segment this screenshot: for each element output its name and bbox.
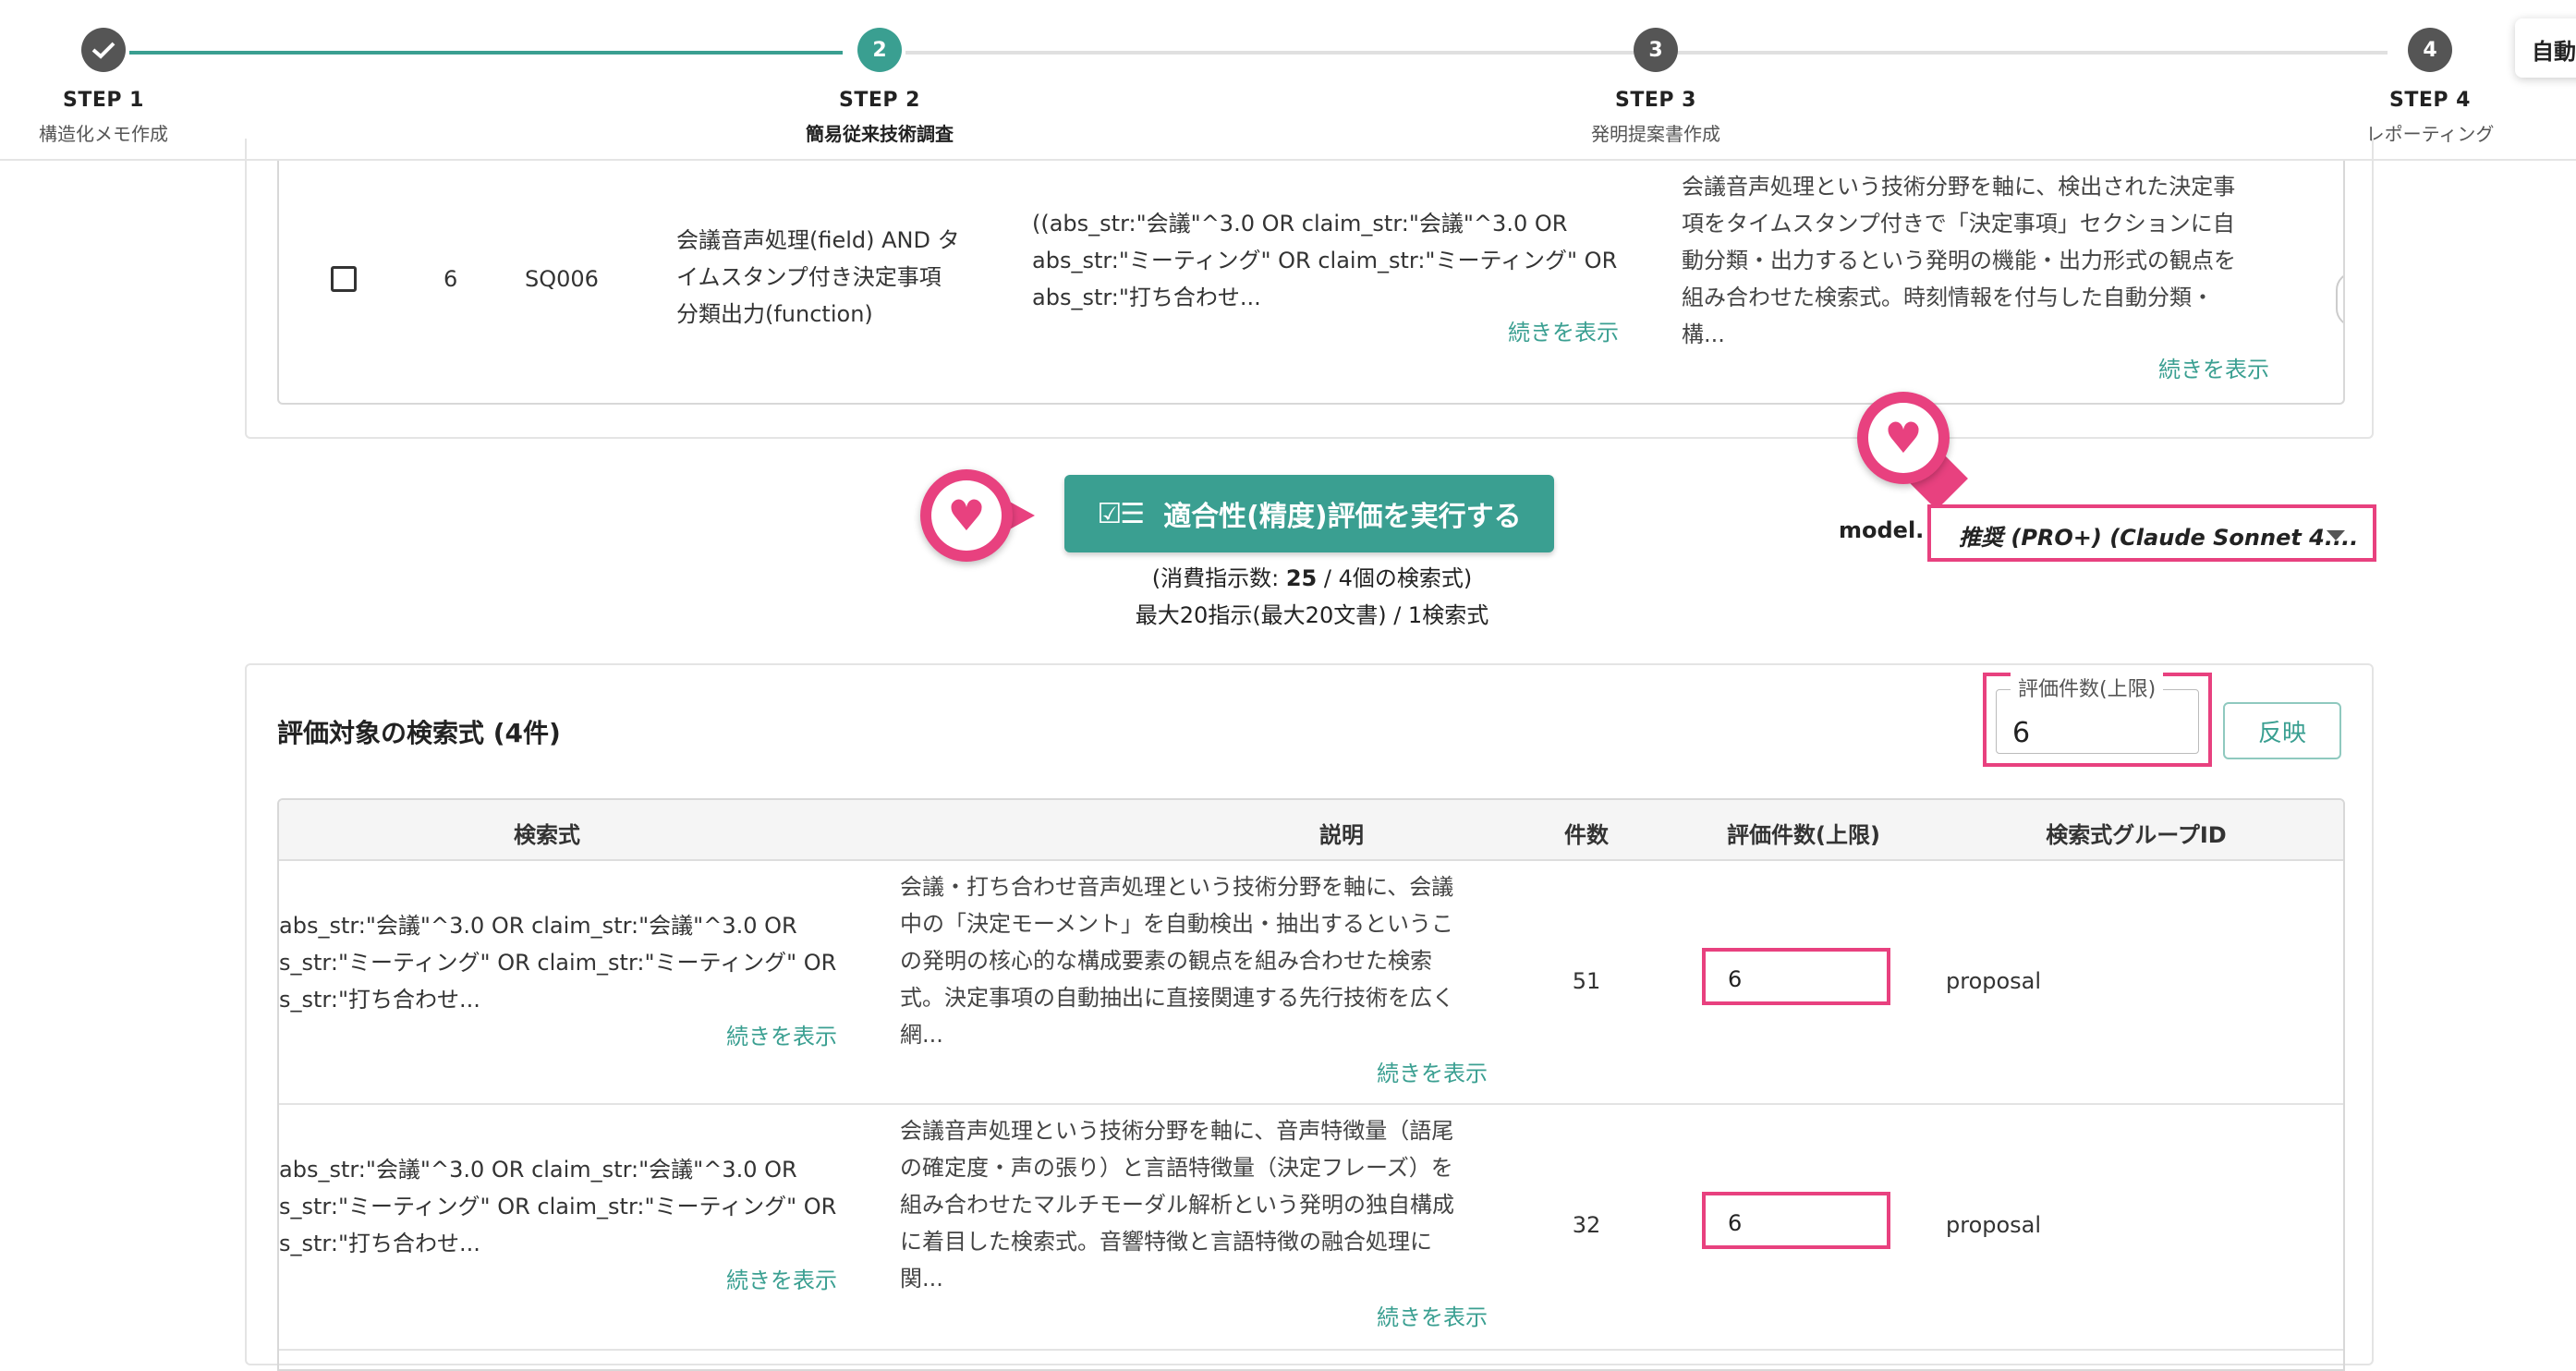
row-query-line: abs_str:"打ち合わせ... [1032,285,1261,310]
row-name-line: 会議音声処理(field) AND タ [676,227,960,253]
column-header: 件数 [1564,822,1609,848]
desc-line: に着目した検索式。音響特徴と言語特徴の融合処理に [900,1229,1432,1255]
consumption-line: (消費指示数: 25 / 4個の検索式) [998,560,1626,597]
consume-prefix: (消費指示数: [1151,565,1286,591]
column-header: 検索式 [514,822,580,848]
row-number: 6 [444,266,458,292]
run-evaluation-button[interactable]: ☑☰ 適合性(精度)評価を実行する [1064,475,1554,552]
row-name-line: イムスタンプ付き決定事項 [676,264,942,290]
group-id-cell: proposal [1946,1212,2042,1238]
row-name: 会議音声処理(field) AND タ イムスタンプ付き決定事項 分類出力(fu… [676,222,960,333]
desc-line: の発明の核心的な構成要素の観点を組み合わせた検索 [900,948,1432,974]
desc-line: 会議・打ち合わせ音声処理という技術分野を軸に、会議 [900,874,1454,900]
step-2-number: 2 [857,28,902,72]
consume-suffix: / 4個の検索式) [1317,565,1473,591]
query-line: abs_str:"会議"^3.0 OR claim_str:"会議"^3.0 O… [279,913,797,939]
query-line: s_str:"ミーティング" OR claim_str:"ミーティング" OR [279,1194,837,1219]
table-row: abs_str:"会議"^3.0 OR claim_str:"会議"^3.0 O… [279,1107,2343,1351]
row-name-line: 分類出力(function) [676,301,873,327]
model-select[interactable]: 推奨 (PRO+) (Claude Sonnet 4.... [1927,504,2376,562]
row-limit-input[interactable]: 6 [1702,1192,1890,1249]
heart-icon: ♥ [931,480,1002,551]
auto-button[interactable]: 自動 [2515,18,2576,78]
max-note: 最大20指示(最大20文書) / 1検索式 [1135,602,1489,628]
evaluation-title: 評価対象の検索式 (4件) [277,718,561,748]
show-more-link[interactable]: 続きを表示 [1377,1055,1488,1087]
count-cell: 51 [1572,968,1601,994]
step-4-number: 4 [2408,28,2452,72]
check-icon [81,28,126,72]
row-description: 会議音声処理という技術分野を軸に、検出された決定事 項をタイムスタンプ付きで「決… [1682,168,2236,353]
heart-marker: ♥ [920,469,1035,562]
eval-limit-value: 6 [2012,717,2031,749]
step-1[interactable]: STEP 1 構造化メモ作成 [0,28,251,146]
query-line: s_str:"打ち合わせ... [279,1231,480,1256]
stepper: STEP 1 構造化メモ作成 2 STEP 2 簡易従来技術調査 3 STEP … [0,0,2576,161]
show-more-link[interactable]: 続きを表示 [726,1262,837,1294]
desc-line: 会議音声処理という技術分野を軸に、音声特徴量（語尾 [900,1118,1454,1144]
count-cell: 32 [1572,1212,1601,1238]
step-4-name: STEP 4 [2389,89,2471,112]
table-header: 検索式 説明 件数 評価件数(上限) 検索式グループID [279,800,2343,861]
scroll-handle[interactable] [2336,272,2343,327]
row-desc-line: 会議音声処理という技術分野を軸に、検出された決定事 [1682,174,2236,200]
show-more-link[interactable]: 続きを表示 [1377,1299,1488,1331]
consumption-info: (消費指示数: 25 / 4個の検索式) 最大20指示(最大20文書) / 1検… [998,560,1626,634]
heart-icon: ♥ [1868,403,1938,473]
row-id: SQ006 [525,266,599,292]
query-list-table: 6 SQ006 会議音声処理(field) AND タ イムスタンプ付き決定事項… [277,161,2345,405]
row-checkbox[interactable] [331,266,357,292]
description-cell: 会議・打ち合わせ音声処理という技術分野を軸に、会議 中の「決定モーメント」を自動… [900,868,1473,1053]
desc-line: 式。決定事項の自動抽出に直接関連する先行技術を広く [900,985,1454,1011]
show-more-link[interactable]: 続きを表示 [1508,314,1619,351]
model-value: 推奨 (PRO+) (Claude Sonnet 4.... [1959,525,2359,551]
desc-line: 網... [900,1022,943,1048]
desc-line: 組み合わせたマルチモーダル解析という発明の独自構成 [900,1192,1454,1218]
show-more-link[interactable]: 続きを表示 [2158,351,2269,388]
eval-limit-legend: 評価件数(上限) [2011,673,2164,702]
step-3[interactable]: 3 STEP 3 発明提案書作成 [1508,28,1804,146]
heart-marker: ♥ [1857,392,1968,510]
row-desc-line: 組み合わせた検索式。時刻情報を付与した自動分類・ [1682,285,2214,310]
evaluation-table: 検索式 説明 件数 評価件数(上限) 検索式グループID abs_str:"会議… [277,798,2345,1371]
query-line: s_str:"打ち合わせ... [279,987,480,1013]
checklist-icon: ☑☰ [1097,497,1145,530]
step-2[interactable]: 2 STEP 2 簡易従来技術調査 [732,28,1027,146]
description-cell: 会議音声処理という技術分野を軸に、音声特徴量（語尾 の確定度・声の張り）と言語特… [900,1112,1473,1297]
table-row: 6 SQ006 会議音声処理(field) AND タ イムスタンプ付き決定事項… [279,161,2343,403]
group-id-cell: proposal [1946,968,2042,994]
step-3-number: 3 [1634,28,1678,72]
column-header: 評価件数(上限) [1727,822,1880,848]
consume-count: 25 [1285,565,1318,591]
query-line: s_str:"ミーティング" OR claim_str:"ミーティング" OR [279,950,837,976]
query-cell: abs_str:"会議"^3.0 OR claim_str:"会議"^3.0 O… [279,907,870,1018]
step-3-name: STEP 3 [1615,89,1696,112]
apply-button[interactable]: 反映 [2223,702,2341,759]
step-1-sub: 構造化メモ作成 [39,123,168,145]
step-2-name: STEP 2 [839,89,920,112]
row-query: ((abs_str:"会議"^3.0 OR claim_str:"会議"^3.0… [1032,205,1617,316]
step-1-name: STEP 1 [63,89,144,112]
desc-line: の確定度・声の張り）と言語特徴量（決定フレーズ）を [900,1155,1453,1181]
row-desc-line: 構... [1682,322,1725,347]
run-evaluation-label: 適合性(精度)評価を実行する [1163,501,1522,533]
query-cell: abs_str:"会議"^3.0 OR claim_str:"会議"^3.0 O… [279,1151,870,1262]
row-desc-line: 動分類・出力するという発明の機能・出力形式の観点を [1682,248,2236,273]
desc-line: 中の「決定モーメント」を自動検出・抽出するというこ [900,911,1454,937]
row-query-line: abs_str:"ミーティング" OR claim_str:"ミーティング" O… [1032,248,1618,273]
model-label: model. [1839,517,1925,543]
eval-limit-field[interactable]: 評価件数(上限) 6 [1983,673,2212,767]
column-header: 検索式グループID [2046,822,2227,848]
table-row: abs_str:"会議"^3.0 OR claim_str:"会議"^3.0 O… [279,861,2343,1105]
query-line: abs_str:"会議"^3.0 OR claim_str:"会議"^3.0 O… [279,1157,797,1183]
chevron-down-icon [2327,530,2345,540]
desc-line: 関... [900,1266,943,1292]
row-limit-input[interactable]: 6 [1702,948,1890,1005]
row-query-line: ((abs_str:"会議"^3.0 OR claim_str:"会議"^3.0… [1032,211,1568,237]
row-desc-line: 項をタイムスタンプ付きで「決定事項」セクションに自 [1682,211,2235,237]
show-more-link[interactable]: 続きを表示 [726,1018,837,1050]
column-header: 説明 [1319,822,1364,848]
